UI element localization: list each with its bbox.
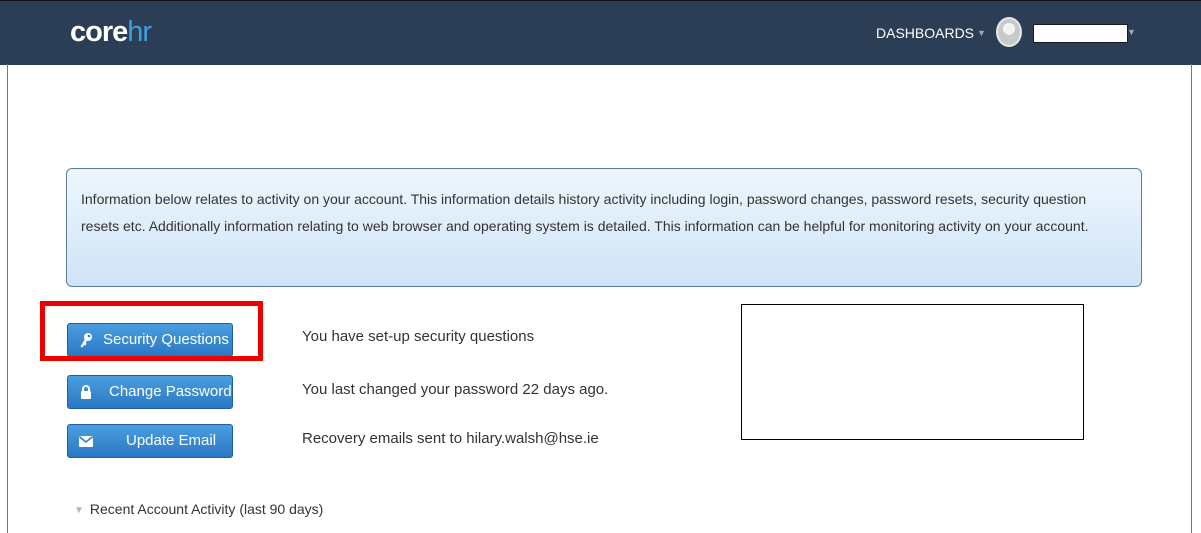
user-name-redacted[interactable] xyxy=(1033,24,1128,43)
envelope-icon xyxy=(78,433,94,449)
email-status: Recovery emails sent to hilary.walsh@hse… xyxy=(302,430,599,447)
lock-icon xyxy=(78,384,94,400)
account-info-panel: Information below relates to activity on… xyxy=(66,168,1142,287)
page-frame-left xyxy=(7,64,8,533)
recent-activity-toggle[interactable]: ▼ Recent Account Activity (last 90 days) xyxy=(74,501,323,517)
user-menu-chevron-icon[interactable]: ▼ xyxy=(1127,27,1136,37)
logo-hr-text: hr xyxy=(127,16,152,48)
security-questions-status: You have set-up security questions xyxy=(302,328,535,345)
update-email-button[interactable]: Update Email xyxy=(67,424,233,458)
change-password-button[interactable]: Change Password xyxy=(67,375,233,409)
avatar[interactable] xyxy=(996,17,1022,47)
caret-down-icon: ▼ xyxy=(74,505,84,516)
chevron-down-icon: ▼ xyxy=(977,28,986,38)
corehr-logo[interactable]: corehr xyxy=(70,16,152,51)
dashboards-menu[interactable]: DASHBOARDS ▼ xyxy=(876,24,986,42)
top-navigation-bar: corehr DASHBOARDS ▼ ▼ xyxy=(0,0,1201,65)
page-frame-right xyxy=(1191,64,1192,533)
change-password-label: Change Password xyxy=(109,383,232,400)
redacted-panel xyxy=(741,304,1084,440)
logo-core-text: core xyxy=(70,16,128,48)
password-status: You last changed your password 22 days a… xyxy=(302,381,609,398)
dashboards-label: DASHBOARDS xyxy=(876,25,975,41)
recent-activity-label: Recent Account Activity (last 90 days) xyxy=(89,501,324,517)
highlight-box xyxy=(40,301,263,361)
info-panel-text: Information below relates to activity on… xyxy=(81,191,1089,234)
update-email-label: Update Email xyxy=(126,432,217,449)
